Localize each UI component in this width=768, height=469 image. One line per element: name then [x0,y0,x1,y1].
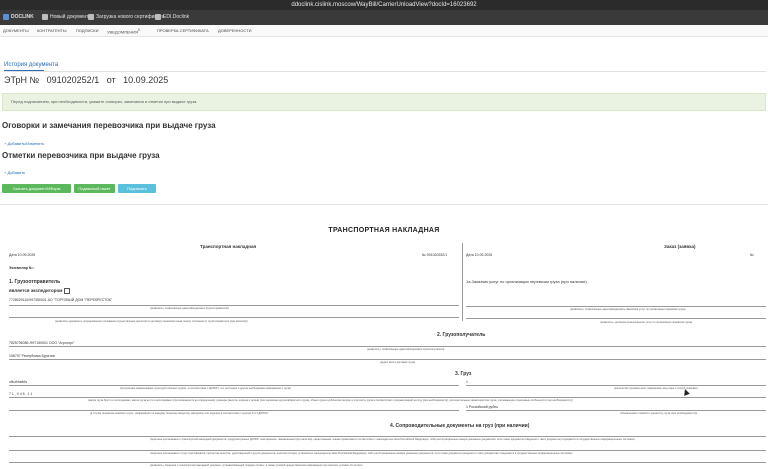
shipper-title: 1. Грузоотправитель [9,279,61,285]
bookmarks-bar: DOCLINK Новый документ Загрузка нового с… [0,10,768,25]
doclink-logo-icon [3,13,9,20]
doc-title-prefix: ЭТрН № [4,75,40,85]
cargo-name: ufkufrhsfirfs [9,380,28,384]
line [9,436,766,437]
declared-value: 1 Российский рубль [466,405,499,409]
customer-text: 1а.Заказчик услуг по организации перевоз… [466,279,587,284]
right-date: Дата 10.09.2025 [466,253,493,257]
bookmark-edi-doclink[interactable]: EDI.Doclink [155,10,189,25]
add-edit-remarks-link[interactable]: + Добавить/Изменить [4,141,44,146]
line [9,410,459,411]
nav-contractors[interactable]: КОНТРАГЕНТЫ [37,25,67,36]
line [9,450,766,451]
forwarder-row: является экспедитором [9,288,71,294]
cargo-count: 1 [466,380,468,384]
left-date: Дата 10.09.2025 [9,253,36,257]
info-alert: Перед подписанием, при необходимости, ук… [2,93,766,111]
page-icon [155,13,161,20]
line [466,318,766,319]
line [466,410,766,411]
line [466,306,766,307]
section-divider [0,204,768,205]
shipper-name: 7728029110/997350001 АО "ТОРГОВЫЙ ДОМ "П… [9,298,113,302]
bookmark-doclink[interactable]: DOCLINK [3,10,34,25]
right-header: Заказ (заявка) [664,244,696,249]
left-number: № 091020252/1 [422,253,448,257]
instance-number: Экземпляр №: [9,266,34,270]
line [9,317,459,318]
page-icon [42,13,48,20]
doc-date: 10.09.2025 [123,75,169,85]
caption: (в случае перевозки опасного груза - инф… [90,412,269,415]
download-document-button[interactable]: Скачать документ/ИФорм [2,184,71,193]
doc-title-from: от [106,75,116,85]
page-icon [88,13,94,20]
doc-number: 091020252/1 [46,75,100,85]
main-nav: ДОКУМЕНТЫ КОНТРАГЕНТЫ ПОДПИСКИ УВЕДОМЛЕН… [0,25,768,37]
caption: (реквизиты, договора на выполнение услуг… [600,321,693,324]
left-header: Транспортная накладная [200,244,257,249]
forwarder-label: является экспедитором [9,288,63,294]
divider [4,71,766,72]
cargo-title: 3. Груз [455,371,472,377]
line [9,359,766,360]
nav-check-certificate[interactable]: ПРОВЕРКА СЕРТИФИКАТА [157,25,209,36]
column-divider [462,243,463,321]
docs-title: 4. Сопроводительные документы на груз (п… [390,423,530,429]
caption: (реквизиты, позволяющие идентифицировать… [367,348,445,351]
waybill-title: ТРАНСПОРТНАЯ НАКЛАДНАЯ [328,227,440,234]
history-link[interactable]: История документа [4,62,58,68]
caption: (реквизиты, сведения о транспортной накл… [150,464,363,467]
caption: (реквизиты, позволяющие идентифицировать… [150,307,229,310]
line [9,397,766,398]
line [9,346,766,347]
cargo-weight: 7 1 , 0 4 5 , 1 1 [9,392,33,396]
caption: (реквизиты документа, определяющего осно… [55,320,248,323]
notification-badge: 0 [137,28,140,32]
caption: (масса груза брутто в килограммах, масса… [88,399,573,402]
browser-title-bar: ddoclink.cislink.moscow/WayBill/CarrierU… [0,0,768,10]
nav-notifications[interactable]: УВЕДОМЛЕНИЯ0 [107,25,140,37]
sign-package-button[interactable]: Подписный пакет [74,184,115,193]
caption: (объявленная стоимость (ценность) груза … [620,412,698,415]
document-title: ЭТрН № 091020252/1 от 10.09.2025 [4,75,173,85]
bookmark-new-document[interactable]: Новый документ [42,10,88,25]
address-bar[interactable]: ddoclink.cislink.moscow/WayBill/CarrierU… [0,0,768,10]
nav-subscriptions[interactable]: ПОДПИСКИ [76,25,98,36]
caption: (перечень прилагаемых к грузу сертификат… [150,452,573,455]
sign-button[interactable]: Подписать [118,184,156,193]
nav-powers-of-attorney[interactable]: ДОВЕРЕННОСТИ [218,25,251,36]
line [9,305,459,306]
caption: (реквизиты, позволяющие идентифицировать… [570,308,686,311]
line [9,462,766,463]
caption: (адрес места доставки груза) [380,361,416,364]
carrier-remarks-heading: Оговорки и замечания перевозчика при выд… [2,121,216,130]
line [9,385,459,386]
consignee-title: 2. Грузополучатель [437,332,486,338]
bookmark-upload-certificate[interactable]: Загрузка нового сертификата [88,10,164,25]
caption: (перечень прилагаемых к транспортной нак… [150,438,635,441]
forwarder-checkbox[interactable] [64,288,71,294]
carrier-marks-heading: Отметки перевозчика при выдаче груза [2,151,160,160]
line [466,385,766,386]
right-number: № [750,253,754,257]
caption: (отгрузочное наименование груза (для опа… [120,387,291,390]
consignee-name: 7825706086 /997150001 ООО "Агроторг" [9,341,75,345]
nav-documents[interactable]: ДОКУМЕНТЫ [3,25,29,36]
delivery-address: 198797 Республика Бурятия [9,354,55,358]
add-marks-link[interactable]: + Добавить [4,170,25,175]
